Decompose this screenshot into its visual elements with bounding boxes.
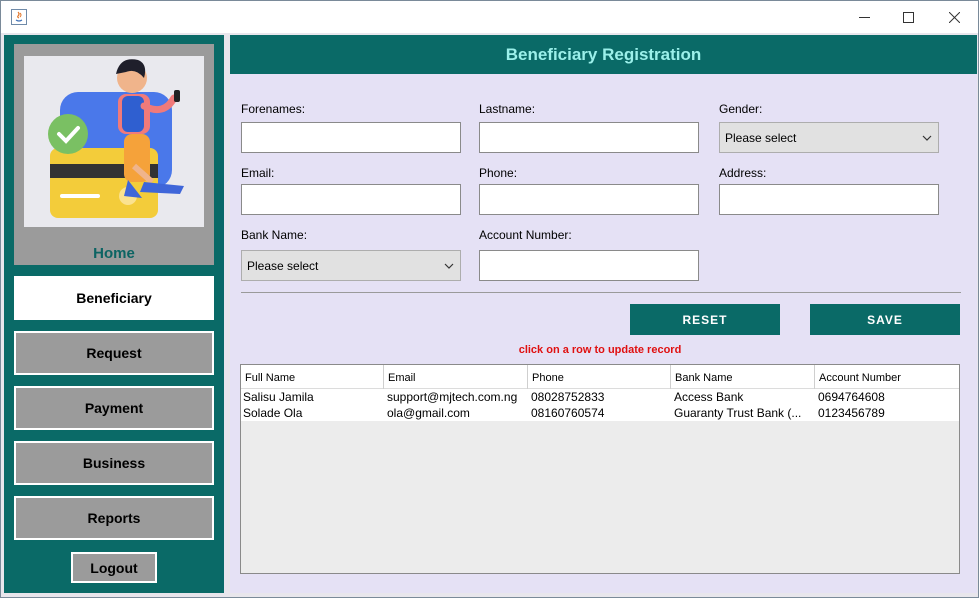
- sidebar: Home Beneficiary Request Payment Busines…: [4, 35, 224, 593]
- maximize-button[interactable]: [885, 1, 931, 33]
- table-header: Full Name Email Phone Bank Name Account …: [241, 365, 959, 389]
- cell-phone: 08160760574: [531, 406, 605, 420]
- address-input[interactable]: [719, 184, 939, 215]
- page-title: Beneficiary Registration: [230, 35, 977, 74]
- lastname-label: Lastname:: [479, 102, 536, 116]
- maximize-icon: [902, 11, 914, 23]
- cell-bank-name: Access Bank: [674, 390, 744, 404]
- nav-reports-button[interactable]: Reports: [14, 496, 214, 540]
- cell-full-name: Solade Ola: [243, 406, 303, 420]
- phone-label: Phone:: [479, 166, 518, 180]
- main-panel: Beneficiary Registration Forenames: Last…: [230, 35, 977, 593]
- java-app-icon: [11, 9, 27, 25]
- home-illustration: [24, 56, 204, 227]
- gender-select[interactable]: Please select: [719, 122, 939, 153]
- email-label: Email:: [241, 166, 275, 180]
- gender-label: Gender:: [719, 102, 763, 116]
- minimize-button[interactable]: [841, 1, 887, 33]
- home-label: Home: [93, 245, 135, 262]
- forenames-input[interactable]: [241, 122, 461, 153]
- cell-email: ola@gmail.com: [387, 406, 470, 420]
- forenames-label: Forenames:: [241, 102, 306, 116]
- nav-business-button[interactable]: Business: [14, 441, 214, 485]
- title-bar[interactable]: [1, 1, 978, 33]
- logout-button[interactable]: Logout: [71, 552, 157, 583]
- address-label: Address:: [719, 166, 767, 180]
- gender-select-value: Please select: [725, 130, 797, 145]
- bank-name-select-value: Please select: [247, 258, 319, 273]
- beneficiary-table: Full Name Email Phone Bank Name Account …: [240, 364, 960, 574]
- app-window: Home Beneficiary Request Payment Busines…: [0, 0, 979, 598]
- lastname-input[interactable]: [479, 122, 699, 153]
- cell-email: support@mjtech.com.ng: [387, 390, 518, 404]
- save-button[interactable]: SAVE: [810, 304, 960, 335]
- chevron-down-icon: [444, 263, 454, 269]
- account-number-label: Account Number:: [479, 228, 572, 242]
- column-header-phone[interactable]: Phone: [528, 365, 671, 389]
- bank-name-label: Bank Name:: [241, 228, 308, 242]
- cell-bank-name: Guaranty Trust Bank (...: [674, 406, 802, 420]
- form-divider: [241, 292, 961, 293]
- account-number-input[interactable]: [479, 250, 699, 281]
- column-header-bank-name[interactable]: Bank Name: [671, 365, 815, 389]
- cell-account-number: 0694764608: [818, 390, 885, 404]
- table-row[interactable]: Solade Ola ola@gmail.com 08160760574 Gua…: [241, 405, 959, 421]
- bank-name-select[interactable]: Please select: [241, 250, 461, 281]
- column-header-email[interactable]: Email: [384, 365, 528, 389]
- cell-full-name: Salisu Jamila: [243, 390, 314, 404]
- client-area: Home Beneficiary Request Payment Busines…: [1, 33, 978, 597]
- column-header-account-number[interactable]: Account Number: [815, 365, 959, 389]
- minimize-icon: [858, 16, 870, 18]
- column-header-full-name[interactable]: Full Name: [241, 365, 384, 389]
- update-hint: click on a row to update record: [518, 344, 682, 356]
- cell-phone: 08028752833: [531, 390, 605, 404]
- home-card[interactable]: Home: [14, 44, 214, 265]
- chevron-down-icon: [922, 135, 932, 141]
- close-button[interactable]: [931, 1, 977, 33]
- close-icon: [948, 11, 960, 23]
- nav-payment-button[interactable]: Payment: [14, 386, 214, 430]
- table-row[interactable]: Salisu Jamila support@mjtech.com.ng 0802…: [241, 389, 959, 405]
- nav-request-button[interactable]: Request: [14, 331, 214, 375]
- cell-account-number: 0123456789: [818, 406, 885, 420]
- phone-input[interactable]: [479, 184, 699, 215]
- email-input[interactable]: [241, 184, 461, 215]
- reset-button[interactable]: RESET: [630, 304, 780, 335]
- table-body: Salisu Jamila support@mjtech.com.ng 0802…: [241, 389, 959, 421]
- nav-beneficiary-button[interactable]: Beneficiary: [14, 276, 214, 320]
